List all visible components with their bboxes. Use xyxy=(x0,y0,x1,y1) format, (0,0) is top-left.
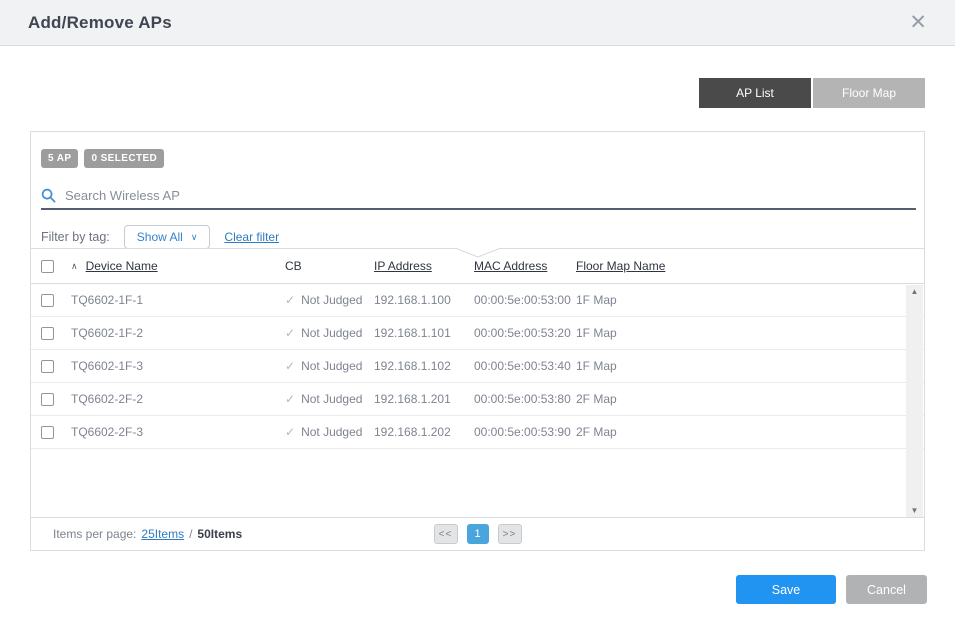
save-button[interactable]: Save xyxy=(736,575,836,604)
cell-mac-address: 00:00:5e:00:53:20 xyxy=(474,326,576,340)
table-row[interactable]: TQ6602-1F-3 ✓ Not Judged 192.168.1.102 0… xyxy=(31,350,924,383)
cell-device-name: TQ6602-2F-2 xyxy=(71,392,285,406)
row-checkbox[interactable] xyxy=(41,393,54,406)
cell-mac-address: 00:00:5e:00:53:80 xyxy=(474,392,576,406)
search-icon xyxy=(41,188,56,203)
tag-filter-dropdown[interactable]: Show All ∨ xyxy=(124,225,211,249)
close-icon[interactable]: ✕ xyxy=(905,10,931,35)
table-row[interactable]: TQ6602-1F-1 ✓ Not Judged 192.168.1.100 0… xyxy=(31,284,924,317)
cell-cb-status: Not Judged xyxy=(301,425,362,439)
page-title: Add/Remove APs xyxy=(28,13,172,33)
cell-cb-status: Not Judged xyxy=(301,293,362,307)
items-per-page-label: Items per page: xyxy=(53,527,136,541)
cell-floor-map-name: 1F Map xyxy=(576,293,924,307)
cell-cb-status: Not Judged xyxy=(301,392,362,406)
selected-count-badge: 0 SELECTED xyxy=(84,149,164,168)
row-checkbox[interactable] xyxy=(41,294,54,307)
column-mac-address[interactable]: MAC Address xyxy=(474,259,576,273)
check-icon: ✓ xyxy=(285,425,295,439)
cell-mac-address: 00:00:5e:00:53:90 xyxy=(474,425,576,439)
table-scrollbar[interactable]: ▲ ▼ xyxy=(906,285,923,518)
table-footer: Items per page: 25Items / 50Items << 1 >… xyxy=(31,517,924,550)
row-checkbox[interactable] xyxy=(41,360,54,373)
column-floor-map-name[interactable]: Floor Map Name xyxy=(576,259,924,273)
cell-ip-address: 192.168.1.102 xyxy=(374,359,474,373)
dialog-actions: Save Cancel xyxy=(736,575,927,604)
cell-device-name: TQ6602-2F-3 xyxy=(71,425,285,439)
collapse-notch-icon[interactable] xyxy=(455,248,501,259)
check-icon: ✓ xyxy=(285,359,295,373)
tab-floor-map[interactable]: Floor Map xyxy=(813,78,925,108)
ap-list-panel: 5 AP 0 SELECTED Filter by tag: Show All … xyxy=(30,131,925,551)
cell-floor-map-name: 2F Map xyxy=(576,392,924,406)
row-checkbox[interactable] xyxy=(41,426,54,439)
check-icon: ✓ xyxy=(285,326,295,340)
items-separator: / xyxy=(189,527,192,541)
tab-ap-list[interactable]: AP List xyxy=(699,78,811,108)
check-icon: ✓ xyxy=(285,392,295,406)
clear-filter-link[interactable]: Clear filter xyxy=(224,230,279,244)
cell-floor-map-name: 1F Map xyxy=(576,359,924,373)
select-all-checkbox[interactable] xyxy=(41,260,54,273)
pagination-page-1[interactable]: 1 xyxy=(467,524,489,544)
search-bar xyxy=(41,182,916,210)
cell-ip-address: 192.168.1.202 xyxy=(374,425,474,439)
cell-device-name: TQ6602-1F-3 xyxy=(71,359,285,373)
chevron-down-icon: ∨ xyxy=(191,232,198,243)
filter-by-tag-label: Filter by tag: xyxy=(41,230,110,244)
count-badges: 5 AP 0 SELECTED xyxy=(41,149,164,168)
cell-device-name: TQ6602-1F-1 xyxy=(71,293,285,307)
view-tabs: AP List Floor Map xyxy=(699,78,925,108)
pagination-next-button[interactable]: >> xyxy=(498,524,522,544)
pagination-prev-button[interactable]: << xyxy=(434,524,458,544)
cell-ip-address: 192.168.1.101 xyxy=(374,326,474,340)
search-input[interactable] xyxy=(65,188,916,203)
tag-filter-value: Show All xyxy=(137,230,183,244)
scroll-down-icon[interactable]: ▼ xyxy=(911,507,919,515)
items-total: 50Items xyxy=(197,527,242,541)
pagination: << 1 >> xyxy=(434,524,522,544)
cell-device-name: TQ6602-1F-2 xyxy=(71,326,285,340)
ap-count-badge: 5 AP xyxy=(41,149,78,168)
scroll-up-icon[interactable]: ▲ xyxy=(911,288,919,296)
table-body: TQ6602-1F-1 ✓ Not Judged 192.168.1.100 0… xyxy=(31,284,924,519)
page-size-link[interactable]: 25Items xyxy=(141,527,184,541)
cell-floor-map-name: 2F Map xyxy=(576,425,924,439)
cell-ip-address: 192.168.1.100 xyxy=(374,293,474,307)
cell-cb-status: Not Judged xyxy=(301,359,362,373)
cell-floor-map-name: 1F Map xyxy=(576,326,924,340)
row-checkbox[interactable] xyxy=(41,327,54,340)
column-cb: CB xyxy=(285,259,374,273)
cell-mac-address: 00:00:5e:00:53:00 xyxy=(474,293,576,307)
column-ip-address[interactable]: IP Address xyxy=(374,259,474,273)
cell-ip-address: 192.168.1.201 xyxy=(374,392,474,406)
sort-ascending-icon[interactable]: ∧ xyxy=(71,261,78,272)
column-device-name[interactable]: Device Name xyxy=(86,259,158,273)
cancel-button[interactable]: Cancel xyxy=(846,575,927,604)
filter-row: Filter by tag: Show All ∨ Clear filter xyxy=(41,224,279,250)
table-row[interactable]: TQ6602-2F-2 ✓ Not Judged 192.168.1.201 0… xyxy=(31,383,924,416)
table-header: ∧ Device Name CB IP Address MAC Address … xyxy=(31,248,924,284)
table-row[interactable]: TQ6602-1F-2 ✓ Not Judged 192.168.1.101 0… xyxy=(31,317,924,350)
cell-mac-address: 00:00:5e:00:53:40 xyxy=(474,359,576,373)
dialog-titlebar: Add/Remove APs ✕ xyxy=(0,0,955,46)
table-row[interactable]: TQ6602-2F-3 ✓ Not Judged 192.168.1.202 0… xyxy=(31,416,924,449)
cell-cb-status: Not Judged xyxy=(301,326,362,340)
check-icon: ✓ xyxy=(285,293,295,307)
